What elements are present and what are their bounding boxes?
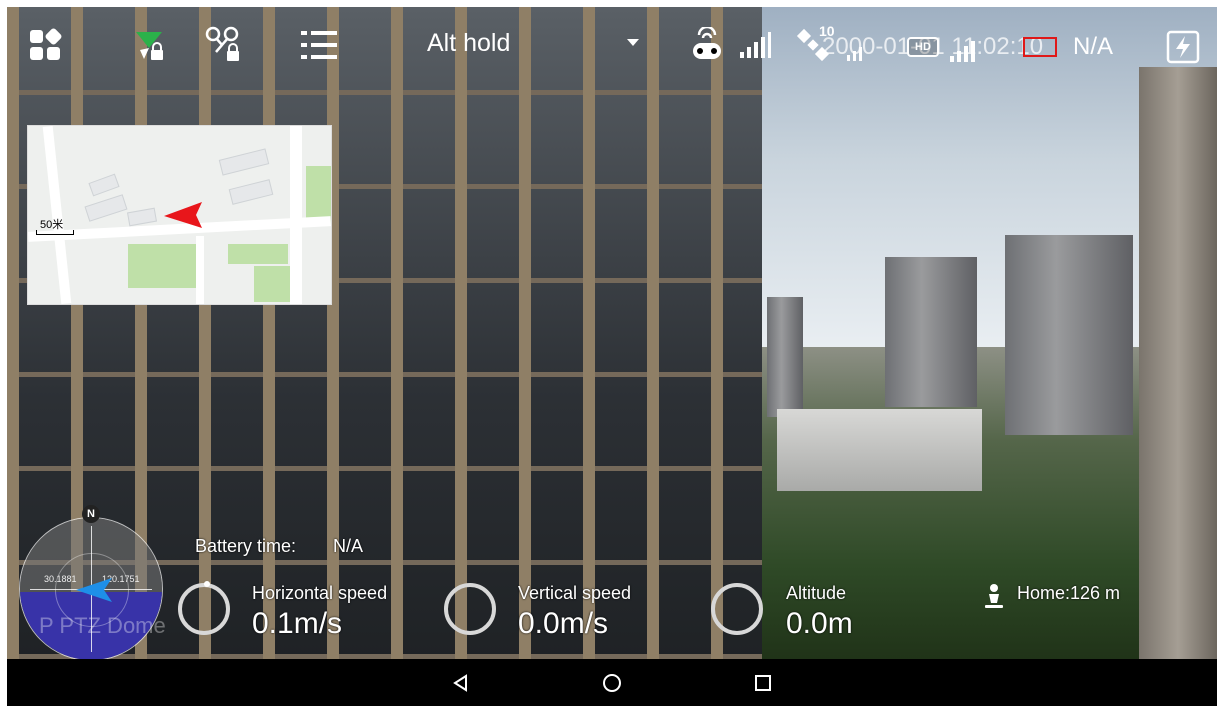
vertical-speed-label: Vertical speed [518,583,632,603]
list-menu-icon[interactable] [299,25,339,65]
battery-time-value: N/A [333,536,364,556]
gps-lock-icon[interactable] [131,25,171,65]
remote-controller-icon [687,25,727,65]
heading-arrow-icon [76,578,112,602]
map-building [84,194,128,222]
image-signal-icon [943,31,983,71]
battery-status-value: N/A [1073,33,1114,60]
altitude-value: 0.0m [786,607,853,640]
hd-badge: HD [907,37,939,57]
vertical-speed-gauge [444,583,496,635]
camera-window-pillar [1139,67,1217,659]
flight-mode-selector[interactable]: Alt hold [427,29,510,58]
home-person-icon [985,584,1003,608]
altitude-label: Altitude [786,583,847,603]
horizontal-speed-value: 0.1m/s [252,607,343,640]
app-window: Alt hold 10 2000-01-01 11:02:10 HD N/A 5… [7,7,1217,706]
home-distance-label: Home:126 m [1017,583,1121,603]
attitude-compass[interactable]: 30.1881 120.1751 [19,517,163,661]
back-icon[interactable] [447,669,475,697]
latitude-readout: 30.1881 [44,574,77,584]
camera-model-label: P PTZ Dome [39,613,166,638]
horizontal-speed-label: Horizontal speed [252,583,388,603]
android-navigation-bar [7,659,1217,706]
map-building [126,207,158,227]
camera-feed[interactable] [7,7,1217,659]
map-park [128,244,196,288]
north-indicator: N [82,505,100,523]
map-building [88,173,120,197]
camera-tower [885,257,977,407]
gauge-indicator-dot [204,581,210,587]
camera-tower [767,297,803,417]
chevron-down-icon[interactable] [627,39,639,46]
horizontal-speed-gauge [178,581,230,635]
camera-tower [1005,235,1133,435]
recent-apps-icon[interactable] [749,669,777,697]
apps-grid-icon[interactable] [25,25,65,65]
rc-signal-icon [735,25,775,65]
map-building [218,148,270,176]
drone-lock-icon[interactable] [204,25,244,65]
top-status-bar: Alt hold 10 2000-01-01 11:02:10 HD N/A [7,7,1217,87]
map-park [228,244,288,264]
map-road [42,126,72,304]
vertical-speed-value: 0.0m/s [518,607,609,640]
map-scale-bar [36,230,74,235]
altitude-gauge [711,583,763,635]
battery-time-label: Battery time: [195,536,297,556]
map-park [254,266,294,302]
recording-indicator [1023,37,1057,57]
minimap[interactable]: 50米 [27,125,332,305]
map-building [228,179,274,205]
home-icon[interactable] [598,669,626,697]
map-road [196,236,204,304]
camera-low-building [777,409,982,491]
drone-position-arrow-icon [164,202,202,228]
power-icon[interactable] [1163,27,1203,67]
map-road [290,126,302,304]
